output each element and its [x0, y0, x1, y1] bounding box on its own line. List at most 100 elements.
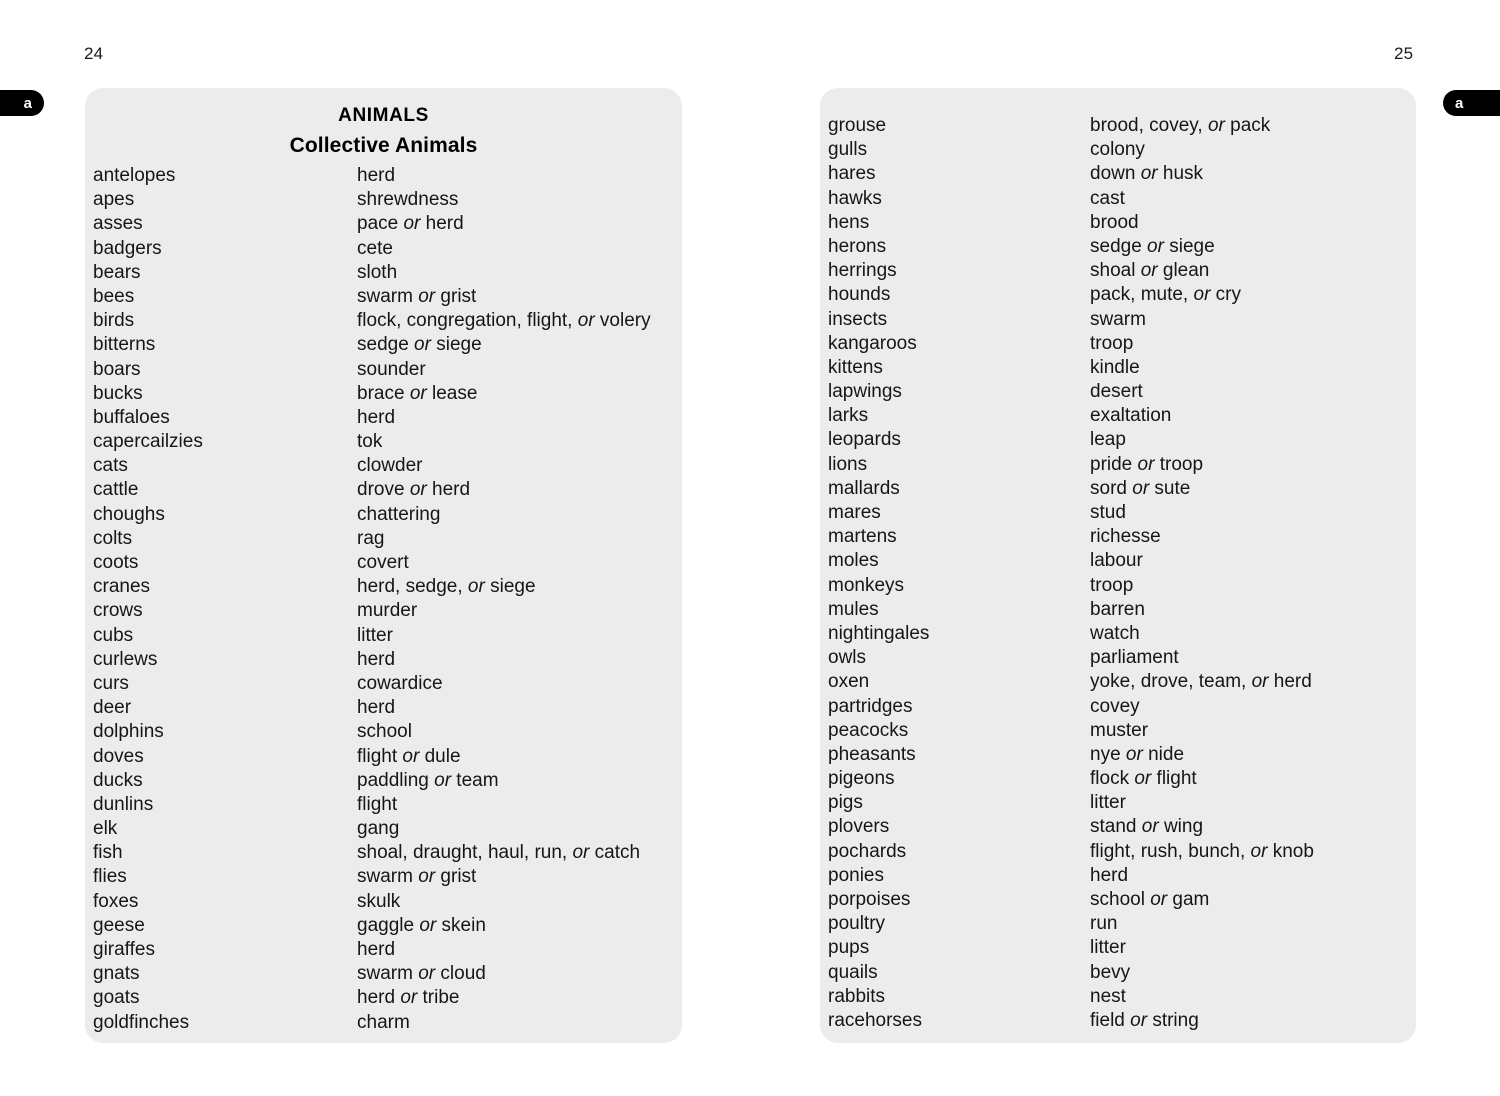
entry-term: doves — [93, 745, 144, 767]
entry-row: hares down or husk — [820, 162, 1416, 186]
entry-definition: herd — [1090, 864, 1129, 886]
entry-term: geese — [93, 914, 145, 936]
entry-definition: pride or troop — [1090, 453, 1204, 475]
entry-definition: brace or lease — [357, 382, 478, 404]
entry-definition: sloth — [357, 261, 398, 283]
entry-definition: murder — [357, 600, 418, 622]
entry-definition: colony — [1090, 139, 1145, 161]
entry-definition: herd — [357, 165, 396, 186]
entry-row: ducks paddling or team — [85, 769, 682, 793]
entry-row: insects swarm — [820, 308, 1416, 332]
entry-row: monkeys troop — [820, 574, 1416, 598]
entry-term: larks — [828, 405, 869, 427]
entry-row: choughs chattering — [85, 503, 682, 527]
entry-definition: herd — [357, 697, 396, 719]
entry-row: ponies herd — [820, 864, 1416, 888]
entry-term: hawks — [828, 187, 882, 209]
entry-row: larks exaltation — [820, 404, 1416, 428]
entry-term: crows — [93, 600, 143, 622]
entry-term: colts — [93, 527, 133, 549]
entry-row: asses pace or herd — [85, 212, 682, 236]
entry-row: colts rag — [85, 527, 682, 551]
entry-row: leopards leap — [820, 428, 1416, 452]
entry-row: bucks brace or lease — [85, 382, 682, 406]
entry-row: goats herd or tribe — [85, 986, 682, 1010]
entry-definition: labour — [1090, 550, 1143, 572]
entry-row: foxes skulk — [85, 890, 682, 914]
page-number-left: 24 — [84, 44, 104, 63]
entry-definition: desert — [1090, 381, 1143, 403]
entry-definition: tok — [357, 431, 383, 453]
entry-term: racehorses — [828, 1009, 922, 1031]
entry-term: flies — [93, 866, 127, 888]
entry-definition: school or gam — [1090, 889, 1210, 910]
entry-row: crows murder — [85, 599, 682, 623]
entry-row: pochards flight, rush, bunch, or knob — [820, 840, 1416, 864]
entry-term: rabbits — [828, 985, 886, 1007]
entry-term: apes — [93, 189, 135, 211]
entry-definition: shrewdness — [357, 189, 459, 211]
entry-term: monkeys — [828, 574, 905, 596]
entry-row: cats clowder — [85, 454, 682, 478]
entry-definition: down or husk — [1090, 163, 1204, 185]
entry-row: coots covert — [85, 551, 682, 575]
entry-definition: flock or flight — [1090, 768, 1197, 790]
entry-row: herons sedge or siege — [820, 235, 1416, 259]
entry-definition: nye or nide — [1090, 743, 1185, 765]
entry-term: nightingales — [828, 622, 930, 644]
thumb-tab-right[interactable]: a — [1443, 90, 1500, 116]
entry-row: kittens kindle — [820, 356, 1416, 380]
entry-definition: sedge or siege — [357, 334, 482, 356]
entry-row: kangaroos troop — [820, 332, 1416, 356]
entry-term: oxen — [828, 671, 870, 693]
entry-definition: covey — [1090, 695, 1140, 717]
entry-definition: chattering — [357, 503, 441, 525]
thumb-tab-right-label: a — [1455, 94, 1464, 112]
entry-row: deer herd — [85, 696, 682, 720]
entry-term: badgers — [93, 237, 162, 259]
entry-term: hares — [828, 163, 876, 185]
entry-term: mallards — [828, 477, 900, 499]
entry-term: gulls — [828, 139, 868, 161]
entry-definition: gaggle or skein — [357, 914, 486, 936]
thumb-tab-left[interactable]: a — [0, 90, 44, 116]
entry-term: asses — [93, 213, 143, 235]
thumb-tab-left-label: a — [23, 94, 32, 112]
entry-row: martens richesse — [820, 525, 1416, 549]
entry-row: capercailzies tok — [85, 430, 682, 454]
entry-term: quails — [828, 961, 878, 983]
entry-term: capercailzies — [93, 431, 203, 453]
entry-definition: shoal or glean — [1090, 260, 1210, 282]
entry-term: cubs — [93, 624, 134, 646]
entry-definition: leap — [1090, 429, 1126, 451]
entry-definition: cete — [357, 237, 393, 259]
entry-definition: barren — [1090, 598, 1145, 620]
entry-definition: herd — [357, 939, 396, 960]
entry-term: hens — [828, 211, 870, 233]
entry-row: moles labour — [820, 549, 1416, 573]
entry-row: cranes herd, sedge, or siege — [85, 575, 682, 599]
entry-definition: sedge or siege — [1090, 235, 1215, 257]
entry-definition: bevy — [1090, 961, 1131, 983]
entry-row: apes shrewdness — [85, 188, 682, 212]
right-entry-list: grouse brood, covey, or pack gulls colony ha… — [820, 114, 1416, 1033]
entry-row: herrings shoal or glean — [820, 259, 1416, 283]
entry-definition: herd, sedge, or siege — [357, 576, 536, 598]
entry-row: antelopes herd — [85, 164, 682, 188]
left-page-headings: ANIMALS Collective Animals — [85, 104, 682, 160]
entry-row: goldfinches charm — [85, 1011, 682, 1035]
entry-term: martens — [828, 526, 897, 548]
entry-row: bears sloth — [85, 261, 682, 285]
entry-term: plovers — [828, 816, 890, 838]
entry-term: ponies — [828, 864, 884, 886]
entry-row: giraffes herd — [85, 938, 682, 962]
entry-term: cats — [93, 455, 128, 477]
entry-term: partridges — [828, 695, 913, 717]
page-number-right: 25 — [1394, 44, 1414, 63]
entry-row: lapwings desert — [820, 380, 1416, 404]
entry-term: curs — [93, 672, 129, 694]
entry-definition: gang — [357, 818, 400, 840]
entry-row: mules barren — [820, 598, 1416, 622]
entry-term: ducks — [93, 769, 143, 791]
entry-row: hounds pack, mute, or cry — [820, 283, 1416, 307]
